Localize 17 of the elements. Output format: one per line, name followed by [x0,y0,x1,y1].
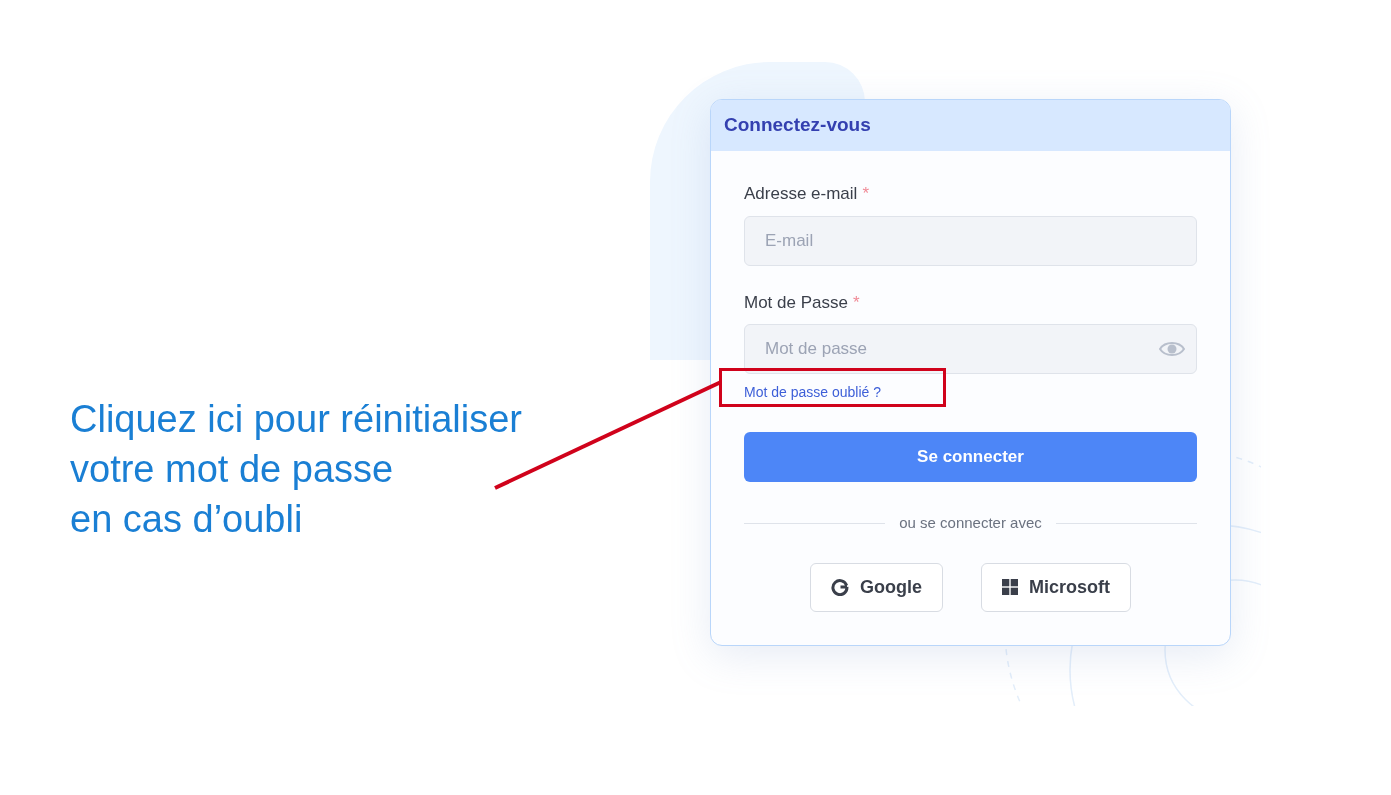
annotation-text: votre mot de passe [70,447,395,492]
google-icon [831,578,849,596]
field-label: Adresse e-mail [744,183,858,205]
divider-text: ou se connecter avec [899,513,1042,533]
annotation-text: Cliquez ici pour réinitialiser [70,397,523,442]
required-mark: * [852,291,860,314]
microsoft-login-button[interactable]: Microsoft [981,562,1131,612]
windows-icon [1002,579,1018,595]
forgot-password-link[interactable]: Mot de passe oublié ? [744,381,881,403]
eye-icon[interactable] [1159,340,1185,358]
field-label: Mot de Passe [744,291,848,314]
password-field[interactable]: Mot de passe [744,324,1197,374]
google-login-button[interactable]: Google [810,562,943,612]
email-field[interactable]: E-mail [744,215,1197,266]
card-title: Connectez-vous [724,113,871,138]
required-mark: * [862,183,869,205]
annotation-text: en cas d’oubli [70,497,304,542]
